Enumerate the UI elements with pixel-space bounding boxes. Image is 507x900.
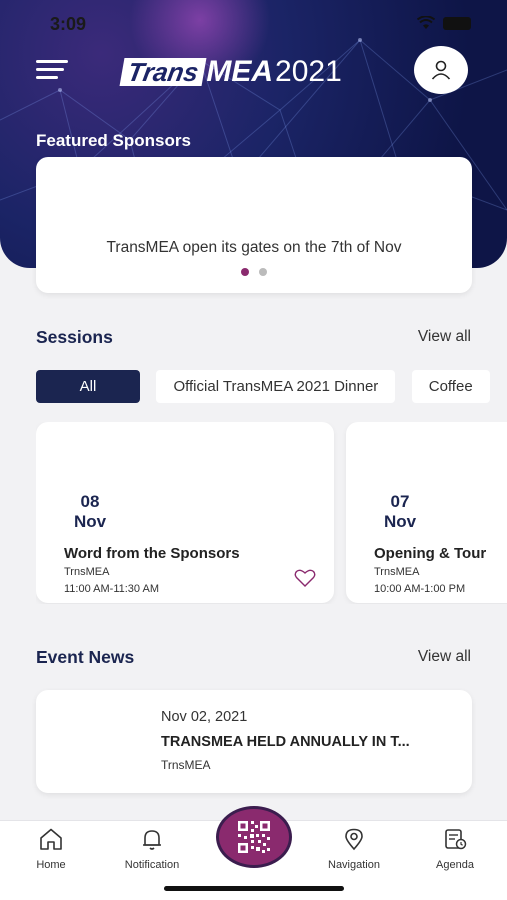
home-icon bbox=[40, 828, 62, 850]
news-organizer: TrnsMEA bbox=[161, 758, 211, 772]
qr-code-icon bbox=[238, 821, 270, 853]
session-organizer: TrnsMEA bbox=[374, 566, 420, 578]
wifi-icon bbox=[417, 16, 435, 29]
logo-year: 2021 bbox=[275, 55, 342, 88]
session-month: Nov bbox=[383, 512, 417, 531]
event-news-title: Event News bbox=[36, 647, 135, 667]
session-day: 07 bbox=[390, 492, 410, 511]
session-organizer: TrnsMEA bbox=[64, 566, 110, 578]
logo-mea: MEA bbox=[206, 55, 274, 88]
news-view-all-link[interactable]: View all bbox=[418, 648, 471, 666]
agenda-icon bbox=[445, 829, 467, 850]
bell-icon bbox=[143, 830, 161, 850]
favorite-heart-icon[interactable] bbox=[294, 568, 316, 588]
news-date: Nov 02, 2021 bbox=[161, 709, 248, 725]
news-card[interactable]: Nov 02, 2021 TRANSMEA HELD ANNUALLY IN T… bbox=[36, 690, 472, 793]
chip-all[interactable]: All bbox=[36, 370, 140, 403]
sessions-list: 08 Nov Word from the Sponsors TrnsMEA 11… bbox=[36, 422, 507, 604]
status-bar: 3:09 bbox=[0, 8, 507, 38]
featured-sponsors-title: Featured Sponsors bbox=[36, 131, 191, 150]
featured-text: TransMEA open its gates on the 7th of No… bbox=[106, 239, 402, 256]
session-filter-chips: All Official TransMEA 2021 Dinner Coffee bbox=[36, 370, 507, 404]
chip-official-dinner[interactable]: Official TransMEA 2021 Dinner bbox=[156, 370, 396, 403]
profile-button[interactable] bbox=[414, 46, 468, 94]
menu-line-icon bbox=[36, 60, 68, 63]
battery-icon bbox=[443, 16, 471, 30]
status-time: 3:09 bbox=[50, 14, 87, 34]
tab-navigation-label: Navigation bbox=[328, 859, 380, 871]
session-time: 11:00 AM-11:30 AM bbox=[64, 583, 159, 595]
sessions-view-all-link[interactable]: View all bbox=[418, 328, 471, 346]
tab-agenda-label: Agenda bbox=[436, 859, 474, 871]
tab-notification-label: Notification bbox=[124, 859, 180, 871]
map-pin-icon bbox=[345, 828, 363, 851]
tab-navigation[interactable]: Navigation bbox=[304, 827, 404, 871]
session-date: 08 Nov bbox=[62, 492, 118, 532]
chip-coffee[interactable]: Coffee bbox=[411, 370, 490, 403]
session-title: Word from the Sponsors bbox=[64, 545, 240, 562]
session-card[interactable]: 07 Nov Opening & Tour TrnsMEA 10:00 AM-1… bbox=[346, 422, 507, 603]
tab-notification[interactable]: Notification bbox=[102, 827, 202, 871]
session-card[interactable]: 08 Nov Word from the Sponsors TrnsMEA 11… bbox=[36, 422, 334, 603]
session-title: Opening & Tour bbox=[374, 545, 487, 562]
carousel-dot-active[interactable] bbox=[241, 268, 249, 276]
carousel-dot[interactable] bbox=[259, 268, 267, 276]
tab-home[interactable]: Home bbox=[1, 827, 101, 871]
qr-scan-button[interactable] bbox=[216, 806, 292, 868]
menu-line-icon bbox=[36, 68, 64, 71]
menu-button[interactable] bbox=[36, 58, 68, 82]
menu-line-icon bbox=[36, 76, 58, 79]
tab-home-label: Home bbox=[36, 859, 66, 871]
user-icon bbox=[431, 60, 451, 80]
home-indicator bbox=[164, 886, 344, 891]
tab-agenda[interactable]: Agenda bbox=[405, 827, 505, 871]
session-date: 07 Nov bbox=[372, 492, 428, 532]
app-logo: Trans MEA 2021 bbox=[119, 52, 342, 92]
carousel-dots bbox=[36, 268, 472, 276]
featured-carousel-card[interactable]: TransMEA open its gates on the 7th of No… bbox=[36, 157, 472, 293]
session-month: Nov bbox=[73, 512, 107, 531]
session-day: 08 bbox=[80, 492, 100, 511]
session-time: 10:00 AM-1:00 PM bbox=[374, 583, 466, 595]
news-headline: TRANSMEA HELD ANNUALLY IN T... bbox=[161, 734, 410, 750]
logo-trans: Trans bbox=[119, 57, 207, 87]
sessions-title: Sessions bbox=[36, 327, 113, 347]
